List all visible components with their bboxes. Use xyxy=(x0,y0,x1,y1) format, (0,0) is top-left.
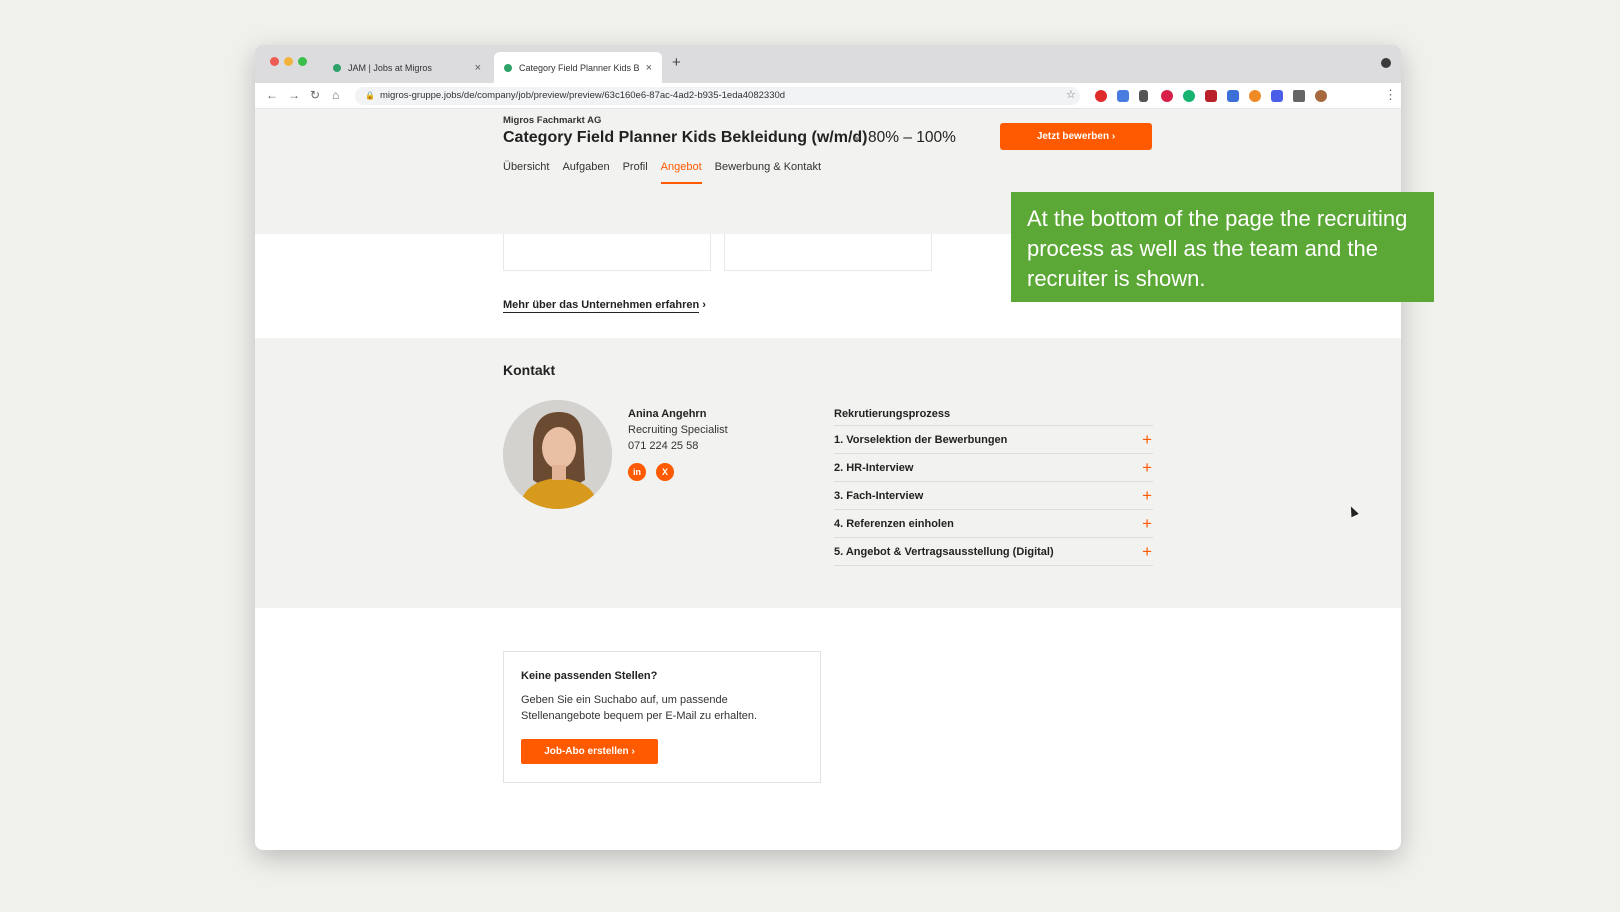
tab-title: JAM | Jobs at Migros xyxy=(348,62,432,73)
tab-bar: JAM | Jobs at Migros × Category Field Pl… xyxy=(255,45,1401,83)
job-abo-title: Keine passenden Stellen? xyxy=(521,670,658,682)
maximize-window-button[interactable] xyxy=(298,57,307,66)
chevron-right-icon: › xyxy=(702,299,706,311)
recruiter-role: Recruiting Specialist xyxy=(628,424,728,436)
extension-fire-icon[interactable] xyxy=(1249,90,1261,102)
minimize-window-button[interactable] xyxy=(284,57,293,66)
url-text: migros-gruppe.jobs/de/company/job/previe… xyxy=(379,90,786,101)
plus-icon[interactable]: + xyxy=(1142,431,1153,448)
tab-angebot[interactable]: Angebot xyxy=(660,161,702,184)
plus-icon[interactable]: + xyxy=(1142,515,1153,532)
recruiter-name: Anina Angehrn xyxy=(628,408,707,420)
home-icon[interactable]: ⌂ xyxy=(332,88,339,102)
apply-button[interactable]: Jetzt bewerben › xyxy=(1000,123,1152,150)
tab-aufgaben[interactable]: Aufgaben xyxy=(562,161,609,184)
recruiting-steps: 1. Vorselektion der Bewerbungen + 2. HR-… xyxy=(834,425,1153,566)
tab-title: Category Field Planner Kids Be xyxy=(519,62,639,73)
lock-icon: 🔒 xyxy=(365,91,375,100)
recruiting-step[interactable]: 3. Fach-Interview + xyxy=(834,482,1153,510)
browser-tab-jam[interactable]: JAM | Jobs at Migros × xyxy=(323,52,491,83)
extension-grammarly-icon[interactable] xyxy=(1183,90,1195,102)
section-nav: Übersicht Aufgaben Profil Angebot Bewerb… xyxy=(503,161,821,184)
recruiting-step[interactable]: 5. Angebot & Vertragsausstellung (Digita… xyxy=(834,538,1153,566)
browser-tab-job[interactable]: Category Field Planner Kids Be × xyxy=(494,52,662,83)
job-title: Category Field Planner Kids Bekleidung (… xyxy=(503,129,868,146)
recruiting-step[interactable]: 1. Vorselektion der Bewerbungen + xyxy=(834,426,1153,454)
favicon-icon xyxy=(333,63,341,72)
xing-icon[interactable]: X xyxy=(656,463,674,481)
extension-todoist-icon[interactable] xyxy=(1161,90,1173,102)
close-tab-icon[interactable]: × xyxy=(475,62,481,74)
contact-section: Kontakt Anina Angehrn Recruiting Special… xyxy=(255,338,1401,608)
extension-new-icon[interactable] xyxy=(1227,90,1239,102)
tab-profil[interactable]: Profil xyxy=(623,161,648,184)
recruiter-photo xyxy=(503,400,612,509)
reload-icon[interactable]: ↻ xyxy=(310,88,320,102)
extensions-puzzle-icon[interactable] xyxy=(1293,90,1305,102)
step-label: 5. Angebot & Vertragsausstellung (Digita… xyxy=(834,545,1054,558)
plus-icon[interactable]: + xyxy=(1142,459,1153,476)
extension-translate-icon[interactable] xyxy=(1117,90,1129,102)
company-more-label: Mehr über das Unternehmen erfahren xyxy=(503,299,700,313)
linkedin-icon[interactable]: in xyxy=(628,463,646,481)
close-window-button[interactable] xyxy=(270,57,279,66)
plus-icon[interactable]: + xyxy=(1142,543,1153,560)
annotation-callout: At the bottom of the page the recruiting… xyxy=(1011,192,1434,302)
company-more-link[interactable]: Mehr über das Unternehmen erfahren › xyxy=(503,299,706,313)
browser-menu-icon[interactable] xyxy=(1381,58,1391,68)
contact-heading: Kontakt xyxy=(503,362,556,378)
job-abo-button[interactable]: Job-Abo erstellen › xyxy=(521,739,658,764)
extension-screen-icon[interactable] xyxy=(1271,90,1283,102)
address-bar[interactable]: 🔒 migros-gruppe.jobs/de/company/job/previ… xyxy=(355,87,1080,105)
benefit-card xyxy=(503,234,711,271)
browser-toolbar: ← → ↻ ⌂ 🔒 migros-gruppe.jobs/de/company/j… xyxy=(255,83,1401,109)
kebab-menu-icon[interactable]: ⋮ xyxy=(1384,87,1397,103)
forward-icon[interactable]: → xyxy=(288,88,300,102)
back-icon[interactable]: ← xyxy=(266,88,278,102)
favicon-icon xyxy=(504,63,512,72)
extension-formula-icon[interactable] xyxy=(1139,90,1148,102)
benefit-card xyxy=(724,234,932,271)
workload: 80% – 100% xyxy=(868,129,956,146)
recruiter-phone[interactable]: 071 224 25 58 xyxy=(628,440,698,452)
tab-uebersicht[interactable]: Übersicht xyxy=(503,161,549,184)
step-label: 2. HR-Interview xyxy=(834,461,914,474)
close-tab-icon[interactable]: × xyxy=(646,62,652,74)
recruiting-step[interactable]: 2. HR-Interview + xyxy=(834,454,1153,482)
title-separator: • xyxy=(854,130,859,146)
extension-shield-icon[interactable] xyxy=(1205,90,1217,102)
new-tab-button[interactable]: + xyxy=(672,54,681,71)
company-name: Migros Fachmarkt AG xyxy=(503,115,602,126)
recruiting-step[interactable]: 4. Referenzen einholen + xyxy=(834,510,1153,538)
step-label: 1. Vorselektion der Bewerbungen xyxy=(834,433,1008,446)
tab-bewerbung-kontakt[interactable]: Bewerbung & Kontakt xyxy=(715,161,821,184)
bookmark-star-icon[interactable]: ☆ xyxy=(1066,88,1076,101)
profile-avatar-icon[interactable] xyxy=(1315,90,1327,102)
browser-window: JAM | Jobs at Migros × Category Field Pl… xyxy=(255,45,1401,850)
plus-icon[interactable]: + xyxy=(1142,487,1153,504)
extension-pinterest-icon[interactable] xyxy=(1095,90,1107,102)
recruiting-process-heading: Rekrutierungsprozess xyxy=(834,408,951,420)
step-label: 3. Fach-Interview xyxy=(834,489,924,502)
step-label: 4. Referenzen einholen xyxy=(834,517,954,530)
job-abo-text: Geben Sie ein Suchabo auf, um passende S… xyxy=(521,694,758,722)
job-abo-card: Keine passenden Stellen? Geben Sie ein S… xyxy=(503,651,821,783)
